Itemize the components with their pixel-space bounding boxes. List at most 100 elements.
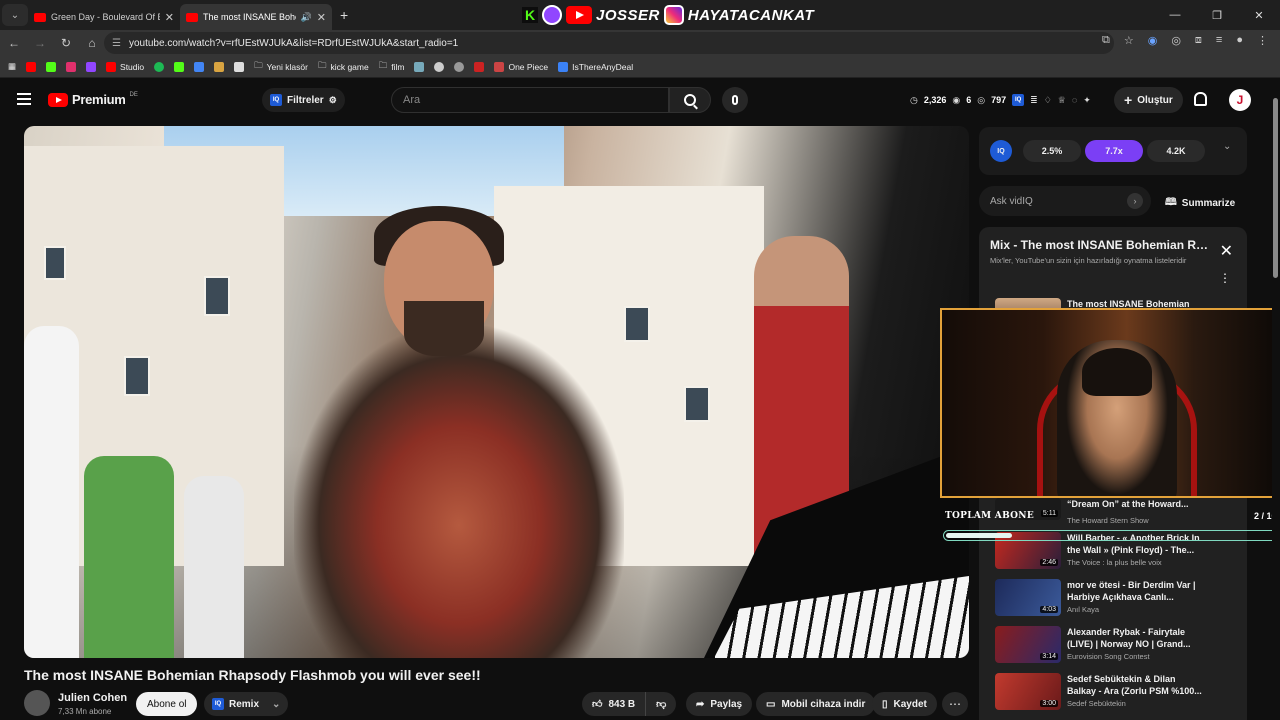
- bookmark-twitch-icon[interactable]: [86, 61, 97, 72]
- vidiq-metric[interactable]: 2.5%: [1023, 140, 1081, 162]
- playlist-item-channel: The Howard Stern Show: [1067, 516, 1149, 525]
- sparkle-icon[interactable]: ✦: [1083, 95, 1091, 106]
- playlist-item[interactable]: 4:03 mor ve ötesi - Bir Derdim Var | Har…: [995, 579, 1235, 623]
- bookmark-label: IsThereAnyDeal: [572, 61, 634, 72]
- reload-icon[interactable]: ↻: [54, 36, 78, 50]
- vidiq-icon[interactable]: IQ: [1012, 94, 1025, 106]
- list-icon[interactable]: ≣: [1030, 95, 1038, 106]
- minimize-icon[interactable]: —: [1154, 0, 1196, 30]
- scrollbar-thumb[interactable]: [1273, 98, 1278, 278]
- chevron-down-icon[interactable]: ⌄: [1223, 141, 1231, 152]
- channel-name[interactable]: Julien Cohen: [58, 692, 127, 704]
- video-pianist: [294, 326, 624, 658]
- channel-avatar[interactable]: [24, 690, 50, 716]
- voice-search-button[interactable]: [722, 87, 748, 113]
- video-window: [124, 356, 150, 396]
- mobile-icon: ▭: [766, 698, 776, 710]
- star-icon[interactable]: ☆: [1124, 34, 1134, 47]
- share-label: Paylaş: [710, 698, 743, 710]
- chat-icon[interactable]: ◌: [1072, 95, 1077, 105]
- back-icon[interactable]: ←: [2, 36, 26, 50]
- tab-search-icon[interactable]: ⌄: [2, 4, 28, 26]
- extension-icon[interactable]: ◎: [1171, 34, 1181, 47]
- video-crowd-person: [24, 326, 79, 658]
- vidiq-metric[interactable]: 7.7x: [1085, 140, 1143, 162]
- notifications-icon[interactable]: [1194, 92, 1207, 106]
- download-mobile-button[interactable]: ▭ Mobil cihaza indir: [756, 692, 876, 716]
- video-player[interactable]: [24, 126, 969, 658]
- more-actions-icon[interactable]: ⋯: [942, 692, 968, 716]
- home-icon[interactable]: ⌂: [80, 36, 104, 50]
- dislike-button[interactable]: 👎︎: [646, 698, 676, 710]
- mix-title[interactable]: Mix - The most INSANE Bohemian Rhapsody …: [990, 238, 1210, 252]
- video-window: [684, 386, 710, 422]
- summarize-button[interactable]: 🕮 Summarize: [1165, 195, 1235, 212]
- tab-close-icon[interactable]: ✕: [317, 11, 326, 24]
- restore-icon[interactable]: ❐: [1196, 0, 1238, 30]
- profile-icon[interactable]: ●: [1236, 34, 1243, 47]
- bookmark-folder-kick-game[interactable]: 🗀 kick game: [318, 60, 369, 74]
- tab-close-icon[interactable]: ✕: [165, 11, 174, 24]
- bookmark-misc-icon[interactable]: [214, 61, 225, 72]
- forward-icon[interactable]: →: [28, 36, 52, 50]
- youtube-premium-logo[interactable]: Premium DE: [48, 92, 138, 107]
- playlist-item[interactable]: 3:00 Sedef Sebüktekin & Dilan Balkay - A…: [995, 673, 1235, 717]
- remix-button[interactable]: IQ Remix ⌄: [204, 692, 289, 716]
- create-button[interactable]: + Oluştur: [1114, 87, 1183, 113]
- tab-green-day[interactable]: Green Day - Boulevard Of Broken ✕: [28, 4, 180, 30]
- bookmarks-bar: ▦ Studio 🗀 Yeni klasör 🗀 kick game 🗀 film O…: [0, 56, 1280, 78]
- bookmark-studio[interactable]: Studio: [106, 61, 144, 72]
- page-scrollbar[interactable]: [1272, 78, 1280, 720]
- bookmark-one-piece[interactable]: One Piece: [494, 61, 548, 72]
- like-button[interactable]: 👍︎ 843 B: [582, 692, 647, 716]
- filters-button[interactable]: IQ Filtreler ⚙: [262, 88, 345, 112]
- share-button[interactable]: ➦ Paylaş: [686, 692, 753, 716]
- close-window-icon[interactable]: ✕: [1238, 0, 1280, 30]
- bookmark-triangle-icon[interactable]: [474, 61, 485, 72]
- bookmark-spotify-icon[interactable]: [154, 61, 165, 72]
- bookmark-youtube-icon[interactable]: [26, 61, 37, 72]
- apps-grid-icon[interactable]: ▦: [8, 61, 16, 72]
- bookmark-kick-icon[interactable]: [46, 61, 57, 72]
- more-vert-icon[interactable]: ⋮: [1219, 271, 1231, 285]
- menu-icon[interactable]: [17, 93, 31, 105]
- search-input[interactable]: Ara: [391, 87, 669, 113]
- subscribe-button[interactable]: Abone ol: [136, 692, 198, 716]
- bookmark-image-icon[interactable]: [414, 61, 425, 72]
- bookmark-globe-icon[interactable]: [454, 61, 465, 72]
- bookmark-isthereanydeal[interactable]: IsThereAnyDeal: [558, 61, 634, 72]
- bookmark-circle-icon[interactable]: [434, 61, 445, 72]
- bookmark-folder-film[interactable]: 🗀 film: [379, 60, 405, 74]
- bookmark-diamond-icon[interactable]: [234, 61, 245, 72]
- trophy-icon[interactable]: ♕: [1058, 95, 1066, 106]
- chevron-down-icon: ⌄: [272, 698, 281, 710]
- bookmark-folder-yeni-klasor[interactable]: 🗀 Yeni klasör: [254, 60, 308, 74]
- playlist-item[interactable]: 3:14 Alexander Rybak - Fairytale (LIVE) …: [995, 626, 1235, 670]
- share-icon: ➦: [696, 698, 705, 710]
- vidiq-metric[interactable]: 4.2K: [1147, 140, 1205, 162]
- site-info-icon[interactable]: ☰: [112, 38, 121, 49]
- browser-menu-icon[interactable]: ⋮: [1257, 34, 1268, 47]
- install-icon[interactable]: ⧉: [1102, 34, 1110, 47]
- new-tab-icon[interactable]: +: [340, 7, 348, 23]
- save-button[interactable]: ▯ Kaydet: [872, 692, 937, 716]
- speaker-icon[interactable]: 🔊: [301, 12, 312, 23]
- bookmark-translate-icon[interactable]: [194, 61, 205, 72]
- vidiq-logo-icon[interactable]: IQ: [990, 140, 1012, 162]
- close-icon[interactable]: ✕: [1220, 241, 1233, 261]
- bulb-icon[interactable]: ♢: [1044, 95, 1052, 106]
- bookmark-kick2-icon[interactable]: [174, 61, 185, 72]
- search-placeholder: Ara: [403, 94, 421, 106]
- puzzle-icon[interactable]: ⧈: [1195, 34, 1202, 47]
- send-arrow-icon[interactable]: ›: [1127, 193, 1143, 209]
- bookmark-instagram-icon[interactable]: [66, 61, 77, 72]
- clock-icon: ◷: [910, 94, 918, 105]
- ask-vidiq-input[interactable]: Ask vidIQ: [979, 186, 1151, 216]
- playlist-icon[interactable]: ≡: [1216, 34, 1222, 47]
- avatar[interactable]: J: [1229, 89, 1251, 111]
- url-field[interactable]: ☰ youtube.com/watch?v=rfUEstWJUkA&list=R…: [104, 32, 1114, 54]
- playlist-item-title: mor ve ötesi - Bir Derdim Var | Harbiye …: [1067, 580, 1196, 602]
- tab-bohemian[interactable]: The most INSANE Bohemian 🔊 ✕: [180, 4, 332, 30]
- search-button[interactable]: [669, 87, 711, 113]
- extension-audio-icon[interactable]: ◉: [1148, 34, 1158, 47]
